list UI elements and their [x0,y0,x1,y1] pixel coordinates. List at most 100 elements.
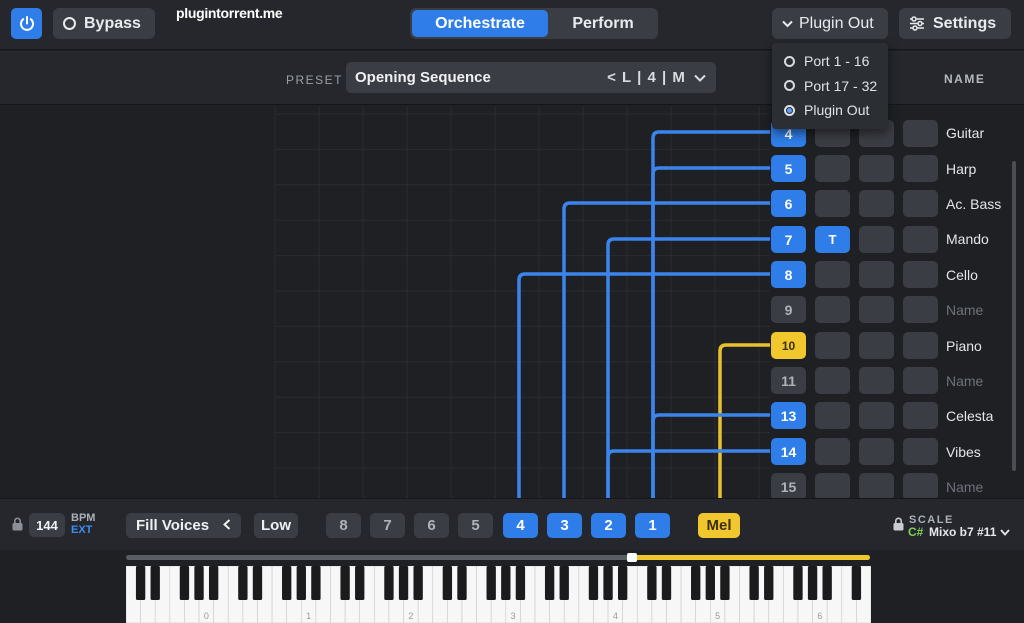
black-key[interactable] [486,566,496,600]
channel-name[interactable]: Name [946,373,983,389]
channel-name[interactable]: Piano [946,338,982,354]
black-key[interactable] [647,566,657,600]
channel-name[interactable]: Celesta [946,408,993,424]
channel-slot[interactable] [815,332,850,359]
channel-slot[interactable] [815,296,850,323]
black-key[interactable] [457,566,467,600]
menu-item-port-17-32[interactable]: Port 17 - 32 [772,74,888,99]
channel-slot[interactable] [903,367,938,394]
channel-slot[interactable] [859,296,894,323]
black-key[interactable] [442,566,453,600]
channel-slot[interactable] [815,190,850,217]
channel-button[interactable]: 9 [771,296,806,323]
black-key[interactable] [194,566,204,600]
channel-slot[interactable] [903,120,938,147]
black-key[interactable] [384,566,394,600]
channel-slot[interactable] [859,226,894,253]
channel-button[interactable]: 7 [771,226,806,253]
preset-nav[interactable]: < L | 4 | M [607,69,706,86]
black-key[interactable] [720,566,730,600]
power-button[interactable] [11,8,42,39]
range-handle[interactable] [626,553,637,562]
channel-button[interactable]: 6 [771,190,806,217]
scale-mode-select[interactable]: Mixo b7 #11 [929,525,1010,539]
black-key[interactable] [851,566,862,600]
black-key[interactable] [764,566,774,600]
black-key[interactable] [691,566,701,600]
channel-slot[interactable] [903,438,938,465]
channel-slot[interactable] [903,402,938,429]
channel-name[interactable]: Name [946,302,983,318]
black-key[interactable] [749,566,759,600]
range-low-button[interactable]: Low [254,513,298,538]
channel-button[interactable]: 10 [771,332,806,359]
channel-slot[interactable] [859,155,894,182]
preset-selector[interactable]: Opening Sequence < L | 4 | M [346,62,716,93]
channel-slot[interactable] [815,438,850,465]
black-key[interactable] [252,566,263,600]
channel-slot[interactable] [903,261,938,288]
channel-slot[interactable] [815,402,850,429]
voice-button-7[interactable]: 7 [370,513,405,538]
lock-icon[interactable] [892,517,905,536]
channel-slot[interactable] [859,473,894,498]
fill-voices-button[interactable]: Fill Voices [126,513,241,538]
black-key[interactable] [135,566,146,600]
output-select-button[interactable]: Plugin Out [772,8,888,39]
melody-button[interactable]: Mel [698,513,740,538]
channel-slot[interactable] [859,190,894,217]
scrollbar[interactable] [1012,161,1016,471]
channel-slot[interactable] [859,332,894,359]
black-key[interactable] [398,566,409,600]
black-key[interactable] [559,566,569,600]
channel-slot[interactable] [903,296,938,323]
black-key[interactable] [807,566,818,600]
black-key[interactable] [150,566,160,600]
channel-button[interactable]: 8 [771,261,806,288]
bypass-button[interactable]: Bypass [53,8,155,39]
black-key[interactable] [208,566,219,600]
black-key[interactable] [793,566,803,600]
channel-button[interactable]: 13 [771,402,806,429]
black-key[interactable] [705,566,715,600]
voice-button-2[interactable]: 2 [591,513,626,538]
channel-button[interactable]: 5 [771,155,806,182]
channel-slot[interactable] [903,190,938,217]
black-key[interactable] [355,566,365,600]
channel-slot[interactable] [859,367,894,394]
channel-button[interactable]: 15 [771,473,806,498]
channel-name[interactable]: Guitar [946,125,984,141]
menu-item-port-1-16[interactable]: Port 1 - 16 [772,49,888,74]
bpm-value[interactable]: 144 [29,513,65,537]
piano-keyboard[interactable]: 01234567 [126,566,871,623]
channel-slot[interactable] [859,438,894,465]
voice-button-8[interactable]: 8 [326,513,361,538]
voice-button-3[interactable]: 3 [547,513,582,538]
black-key[interactable] [179,566,190,600]
channel-name[interactable]: Ac. Bass [946,196,1001,212]
channel-name[interactable]: Mando [946,231,989,247]
voice-button-5[interactable]: 5 [458,513,493,538]
menu-item-plugin-out[interactable]: Plugin Out [772,98,888,123]
tab-perform[interactable]: Perform [550,10,656,37]
channel-slot[interactable] [815,261,850,288]
black-key[interactable] [340,566,350,600]
channel-tag-button[interactable]: T [815,226,850,253]
channel-slot[interactable] [903,155,938,182]
channel-button[interactable]: 11 [771,367,806,394]
black-key[interactable] [413,566,423,600]
black-key[interactable] [282,566,292,600]
channel-name[interactable]: Vibes [946,444,981,460]
scale-key[interactable]: C# [908,525,923,539]
channel-slot[interactable] [815,155,850,182]
channel-name[interactable]: Harp [946,161,976,177]
black-key[interactable] [238,566,248,600]
black-key[interactable] [311,566,321,600]
bpm-ext-label[interactable]: EXT [71,525,92,536]
channel-slot[interactable] [903,473,938,498]
black-key[interactable] [588,566,599,600]
settings-button[interactable]: Settings [899,8,1011,39]
black-key[interactable] [515,566,526,600]
black-key[interactable] [617,566,628,600]
black-key[interactable] [296,566,306,600]
